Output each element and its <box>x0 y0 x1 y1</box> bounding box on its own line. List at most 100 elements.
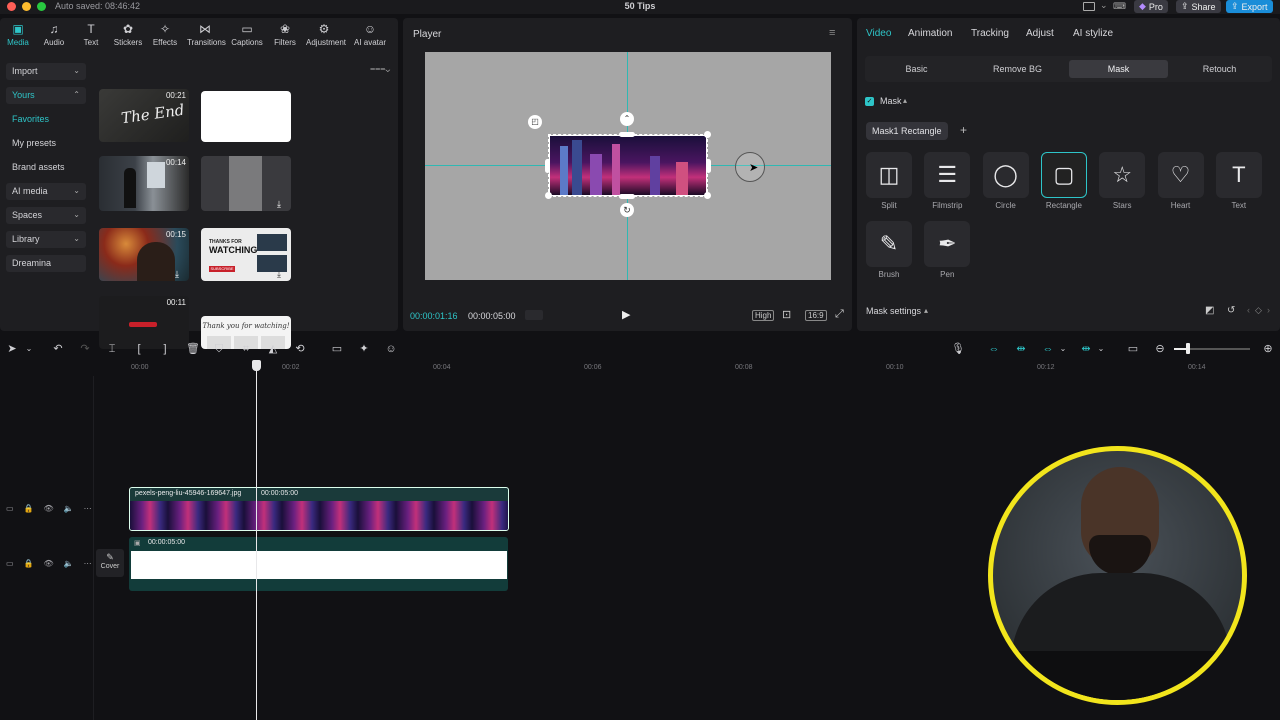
white-clip[interactable]: ▣ 00:00:05:00 <box>129 537 508 591</box>
inspector-tab-ai-stylize[interactable]: AI stylize <box>1073 28 1113 39</box>
screen-icon[interactable]: ▭ <box>1126 342 1140 356</box>
pro-button[interactable]: ◆ Pro <box>1134 0 1168 13</box>
eye-icon[interactable]: 👁 <box>44 504 54 513</box>
timeline-ruler[interactable]: 00:00 00:02 00:04 00:06 00:08 00:10 00:12 00:14 <box>128 360 1280 376</box>
resize-handle[interactable] <box>704 192 711 199</box>
subtab-remove-bg[interactable]: Remove BG <box>968 60 1067 78</box>
sidebar-item-import[interactable]: Import ⌄ <box>6 63 86 80</box>
mask-heart-button[interactable]: ♡ <box>1157 152 1204 198</box>
lock-icon[interactable]: 🔒 <box>24 504 34 513</box>
reset-icon[interactable]: ↺ <box>1227 305 1235 316</box>
download-icon[interactable]: ⤓ <box>277 269 281 280</box>
tab-audio[interactable]: ♫ Audio <box>36 22 72 47</box>
feather-icon[interactable]: ⌃ <box>620 112 634 126</box>
play-button[interactable]: ▶ <box>622 308 630 321</box>
magnet-icon[interactable]: ⇹ <box>1014 342 1028 356</box>
split-left-icon[interactable]: [ <box>132 342 146 356</box>
resize-handle[interactable] <box>545 192 552 199</box>
mask-stars-button[interactable]: ☆ <box>1099 152 1146 198</box>
media-thumb-presenter[interactable]: 00:14 <box>99 156 189 211</box>
split-icon[interactable]: ⌶ <box>105 342 119 356</box>
mask-checkbox[interactable]: ✓ <box>865 97 874 106</box>
tab-captions[interactable]: ▭ Captions <box>229 22 265 47</box>
fullscreen-icon[interactable]: ⤢ <box>835 308 844 321</box>
preview-canvas[interactable]: ◰ ⌃ ↻ ➤ <box>425 52 831 280</box>
prev-keyframe-icon[interactable]: ‹ <box>1247 305 1250 315</box>
mask-rectangle-button[interactable]: ▢ <box>1040 152 1087 198</box>
mask-brush-button[interactable]: ✎ <box>866 221 912 267</box>
tab-ai-avatar[interactable]: ☺ AI avatar <box>352 22 388 47</box>
sidebar-item-brand-assets[interactable]: Brand assets <box>6 159 86 176</box>
sidebar-item-my-presets[interactable]: My presets <box>6 135 86 152</box>
download-icon[interactable]: ⤓ <box>277 199 281 210</box>
side-handle-bottom[interactable] <box>619 194 635 199</box>
more-icon[interactable]: ⋯ <box>84 559 92 568</box>
inspector-tab-tracking[interactable]: Tracking <box>971 28 1009 39</box>
player-menu-icon[interactable]: ≡ <box>829 27 835 39</box>
cover-button[interactable]: ✎ Cover <box>96 549 124 577</box>
sidebar-item-favorites[interactable]: Favorites <box>6 111 86 128</box>
layout-icon[interactable] <box>1083 2 1095 11</box>
subtab-mask[interactable]: Mask <box>1069 60 1168 78</box>
media-thumb-white[interactable] <box>201 91 291 142</box>
mask-chip[interactable]: Mask1 Rectangle <box>866 122 948 140</box>
undo-icon[interactable]: ↶ <box>51 342 65 356</box>
mask-settings-collapse-icon[interactable]: ▴ <box>924 306 928 315</box>
link-main-track-icon[interactable]: ⇔ <box>987 342 1001 356</box>
mask-pen-button[interactable]: ✒ <box>924 221 971 267</box>
zoom-slider-thumb[interactable] <box>1186 343 1190 354</box>
round-corner-icon[interactable]: ◰ <box>528 115 542 129</box>
tab-effects[interactable]: ✧ Effects <box>147 22 183 47</box>
mask-circle-button[interactable]: ◯ <box>982 152 1029 198</box>
side-handle-top[interactable] <box>619 132 635 137</box>
filter-sort-icon[interactable]: ⩶⌄ <box>370 63 390 74</box>
sidebar-item-spaces[interactable]: Spaces ⌄ <box>6 207 86 224</box>
ratio-button[interactable]: 16:9 <box>805 310 827 321</box>
crop-icon[interactable]: ⌗ <box>239 342 253 356</box>
subtab-retouch[interactable]: Retouch <box>1170 60 1269 78</box>
video-clip[interactable]: pexels-peng-liu-45946-169647.jpg 00:00:0… <box>129 487 509 531</box>
sidebar-item-yours[interactable]: Yours ⌃ <box>6 87 86 104</box>
playhead-handle[interactable] <box>252 360 261 371</box>
audio-icon[interactable]: 🔈 <box>64 504 74 513</box>
sidebar-item-library[interactable]: Library ⌄ <box>6 231 86 248</box>
timecode-toggle[interactable] <box>525 310 543 320</box>
invert-icon[interactable]: ◩ <box>1205 305 1214 316</box>
delete-icon[interactable]: 🗑 <box>186 342 200 356</box>
subtitle-icon[interactable]: ▭ <box>330 342 344 356</box>
redo-icon[interactable]: ↷ <box>78 342 92 356</box>
preview-axis-icon[interactable]: ⇹ <box>1079 342 1093 356</box>
export-button[interactable]: ⇪ Export <box>1226 0 1273 13</box>
tab-text[interactable]: T Text <box>73 22 109 47</box>
mark-icon[interactable]: ⛉ <box>212 342 226 356</box>
person-cutout-icon[interactable]: ☺ <box>384 342 398 356</box>
split-right-icon[interactable]: ] <box>158 342 172 356</box>
eye-icon[interactable]: 👁 <box>44 559 54 568</box>
side-handle-left[interactable] <box>545 159 550 173</box>
fit-icon[interactable]: ⊡ <box>782 308 791 321</box>
tab-adjustment[interactable]: ⚙ Adjustment <box>306 22 346 47</box>
mask-text-button[interactable]: T <box>1215 152 1262 198</box>
next-keyframe-icon[interactable]: › <box>1267 305 1270 315</box>
audio-icon[interactable]: 🔈 <box>64 559 74 568</box>
add-mask-icon[interactable]: + <box>960 123 967 137</box>
resize-handle[interactable] <box>704 131 711 138</box>
mirror-icon[interactable]: ◭ <box>266 342 280 356</box>
share-button[interactable]: ⇪ Share <box>1176 0 1221 13</box>
rotate-icon[interactable]: ⟲ <box>293 342 307 356</box>
link-clips-icon[interactable]: ⇔ <box>1041 342 1055 356</box>
inspector-tab-adjust[interactable]: Adjust <box>1026 28 1054 39</box>
layout-chevron-icon[interactable]: ⌄ <box>1100 0 1108 11</box>
keyframe-icon[interactable]: ◇ <box>1255 305 1262 316</box>
tab-media[interactable]: ▣ Media <box>0 22 36 47</box>
tab-filters[interactable]: ❀ Filters <box>267 22 303 47</box>
media-thumb-gray[interactable]: ⤓ <box>201 156 291 211</box>
link-chevron-icon[interactable]: ⌄ <box>1056 342 1070 356</box>
microphone-icon[interactable]: 🎙 <box>951 342 965 356</box>
quality-button[interactable]: High <box>752 310 775 321</box>
axis-chevron-icon[interactable]: ⌄ <box>1094 342 1108 356</box>
magic-wand-icon[interactable]: ✦ <box>357 342 371 356</box>
media-thumb-thanks-watching[interactable]: THANKS FOR WATCHING SUBSCRIBE ⤓ <box>201 228 291 281</box>
side-handle-right[interactable] <box>706 159 711 173</box>
sidebar-item-dreamina[interactable]: Dreamina <box>6 255 86 272</box>
